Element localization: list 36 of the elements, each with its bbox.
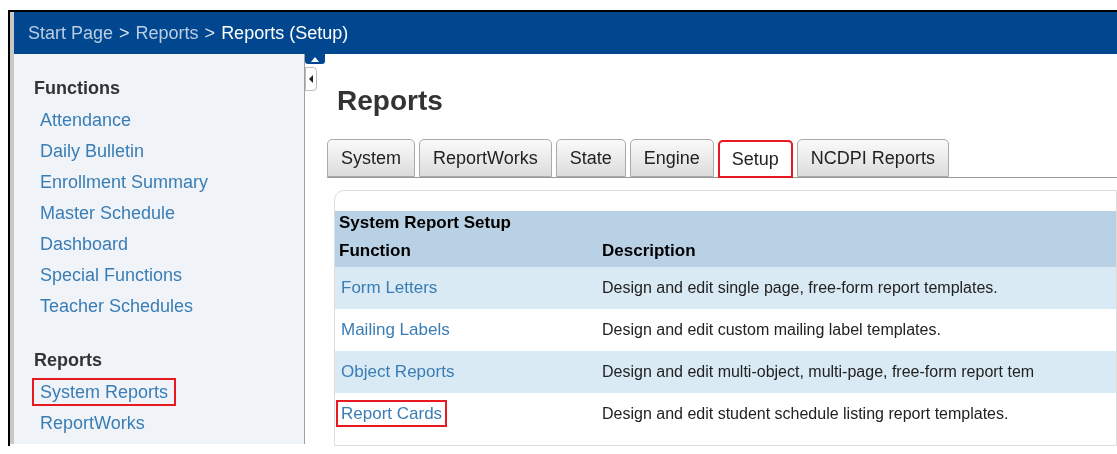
description-cell-text: Design and edit custom mailing label templates.	[602, 320, 941, 340]
breadcrumb-link[interactable]: Reports (Setup)	[221, 19, 349, 47]
sidebar-link[interactable]: ReportWorks	[34, 411, 151, 435]
breadcrumb-link[interactable]: Start Page	[28, 19, 114, 47]
breadcrumb-separator: >	[119, 21, 130, 45]
breadcrumb-separator: >	[204, 21, 216, 45]
breadcrumb-link[interactable]: Reports	[135, 19, 199, 47]
column-header: Function	[338, 240, 412, 263]
function-link[interactable]: Object Reports	[338, 360, 458, 384]
table-caption: System Report Setup	[335, 211, 1116, 235]
sidebar-heading: Reports	[34, 349, 103, 372]
sidebar-link[interactable]: Teacher Schedules	[34, 294, 200, 318]
sidebar-heading: Functions	[34, 77, 121, 100]
description-cell-text: Design and edit single page, free-form report templates.	[602, 278, 998, 298]
description-cell-text: Design and edit student schedule listing report templates.	[602, 404, 1009, 424]
sidebar-link[interactable]: Attendance	[34, 108, 138, 132]
sidebar-link[interactable]: Enrollment Summary	[34, 170, 215, 194]
tab[interactable]: System	[327, 139, 415, 177]
collapse-up-icon[interactable]	[305, 54, 325, 64]
sidebar-link[interactable]: Daily Bulletin	[34, 139, 151, 163]
description-cell-text: Design and edit multi-object, multi-page, free-form report tem	[602, 362, 1035, 382]
function-link[interactable]: Report Cards	[338, 402, 446, 426]
column-header: Description	[602, 240, 696, 263]
sidebar-link[interactable]: System Reports	[34, 380, 175, 404]
tab[interactable]: NCDPI Reports	[796, 139, 949, 177]
sidebar-link[interactable]: Special Functions	[34, 263, 189, 287]
function-link[interactable]: Mailing Labels	[338, 318, 453, 342]
tab[interactable]: ReportWorks	[419, 139, 552, 177]
sidebar-link[interactable]: Dashboard	[34, 232, 135, 256]
collapse-left-icon[interactable]	[305, 67, 317, 91]
tab[interactable]: Engine	[629, 139, 714, 177]
tab[interactable]: State	[555, 139, 626, 177]
tab[interactable]: Setup	[717, 140, 793, 178]
sidebar-link[interactable]: Master Schedule	[34, 201, 182, 225]
page-title: Reports	[337, 84, 444, 118]
function-link[interactable]: Form Letters	[338, 276, 441, 300]
